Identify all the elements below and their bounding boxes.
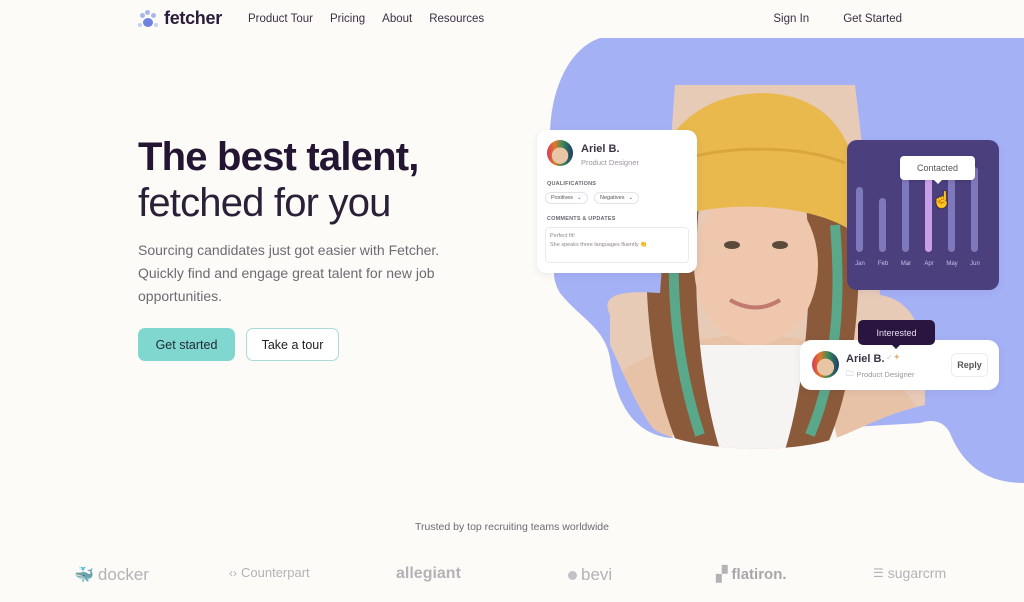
contacted-tooltip: Contacted — [900, 156, 975, 184]
hero-title: The best talent, fetched for you — [138, 134, 419, 226]
counterpart-icon: ‹› — [229, 565, 237, 580]
chevron-down-icon: ⌄ — [628, 195, 634, 201]
nav-actions: Sign In Get Started — [773, 13, 902, 25]
brand-name: sugarcrm — [887, 565, 947, 581]
candidate-name: Ariel B. — [581, 143, 620, 155]
positives-label: Positives — [551, 195, 574, 201]
comment-box[interactable]: Perfect fit! She speaks three languages … — [545, 227, 689, 263]
positives-dropdown[interactable]: Positives ⌄ — [545, 192, 588, 204]
chart-bar-may[interactable] — [948, 175, 955, 252]
nav-links: Product Tour Pricing About Resources — [248, 13, 484, 25]
top-nav: fetcher Product Tour Pricing About Resou… — [0, 0, 1024, 40]
chart-bar-apr[interactable] — [925, 171, 932, 252]
whale-icon: 🐳 — [74, 567, 94, 584]
nav-resources[interactable]: Resources — [429, 13, 484, 25]
comments-label: COMMENTS & UPDATES — [547, 216, 616, 222]
candidate-avatar — [547, 140, 573, 166]
hero-title-light: fetched for you — [138, 181, 391, 225]
folder-icon: 🗀 — [846, 369, 854, 378]
get-started-button[interactable]: Get started — [138, 328, 235, 361]
chart-month-label: Feb — [877, 261, 889, 267]
nav-about[interactable]: About — [382, 13, 412, 25]
flatiron-logo: ▞ flatiron. — [716, 565, 787, 584]
allegiant-logo: allegiant — [396, 565, 461, 583]
negatives-dropdown[interactable]: Negatives ⌄ — [594, 192, 640, 204]
candidate-name: Ariel B. — [846, 353, 885, 365]
chart-bar-jan[interactable] — [856, 187, 863, 252]
sparkle-icon: ✦ — [893, 352, 901, 362]
bevi-dot-icon — [568, 570, 577, 580]
check-icon: ✓ — [886, 353, 893, 362]
candidate-role: Product Designer — [856, 370, 915, 379]
chart-month-label: Mar — [900, 261, 912, 267]
comment-line: She speaks three languages fluently 👏 — [550, 242, 648, 248]
hero-title-bold: The best talent, — [138, 135, 419, 179]
flatiron-icon: ▞ — [716, 566, 728, 583]
logo[interactable]: fetcher — [138, 8, 222, 29]
chart-month-label: May — [946, 261, 958, 267]
hand-pointer-icon: ☝ — [932, 192, 952, 209]
docker-logo: 🐳 docker — [74, 565, 149, 585]
chart-bar-feb[interactable] — [879, 198, 886, 252]
chart-month-label: Jan — [855, 261, 865, 267]
candidate-profile-card: Ariel B. Product Designer QUALIFICATIONS… — [537, 130, 697, 273]
get-started-link[interactable]: Get Started — [843, 13, 902, 25]
nav-product-tour[interactable]: Product Tour — [248, 13, 313, 25]
counterpart-logo: ‹› Counterpart — [229, 565, 310, 580]
sugarcrm-logo: ☰ sugarcrm — [873, 565, 946, 581]
brand-name: bevi — [581, 565, 613, 584]
candidate-role-row: 🗀 Product Designer — [846, 368, 914, 381]
candidate-role: Product Designer — [581, 158, 639, 167]
sign-in-link[interactable]: Sign In — [773, 13, 809, 25]
trusted-heading: Trusted by top recruiting teams worldwid… — [415, 521, 609, 533]
nav-pricing[interactable]: Pricing — [330, 13, 365, 25]
comment-line: Perfect fit! — [550, 233, 575, 239]
layers-icon: ☰ — [873, 566, 884, 580]
bevi-logo: bevi — [568, 565, 612, 585]
customer-logos: 🐳 docker ‹› Counterpart allegiant bevi ▞… — [0, 565, 1024, 591]
brand-name: docker — [97, 565, 149, 584]
interested-tooltip: Interested — [858, 320, 935, 349]
logo-text: fetcher — [164, 8, 222, 28]
chart-bar-mar[interactable] — [902, 178, 909, 252]
paw-logo-icon — [138, 9, 158, 29]
brand-name: Counterpart — [241, 565, 310, 580]
brand-name: flatiron. — [731, 565, 787, 583]
candidate-avatar — [812, 351, 839, 378]
take-a-tour-button[interactable]: Take a tour — [246, 328, 339, 361]
hero-subtitle: Sourcing candidates just got easier with… — [138, 242, 440, 304]
negatives-label: Negatives — [600, 195, 625, 201]
chart-month-label: Jun — [970, 261, 980, 267]
chart-month-label: Apr — [924, 261, 934, 267]
qualifications-label: QUALIFICATIONS — [547, 181, 597, 187]
brand-name: allegiant — [396, 565, 461, 582]
reply-button[interactable]: Reply — [951, 353, 988, 377]
chevron-down-icon: ⌄ — [577, 195, 582, 201]
